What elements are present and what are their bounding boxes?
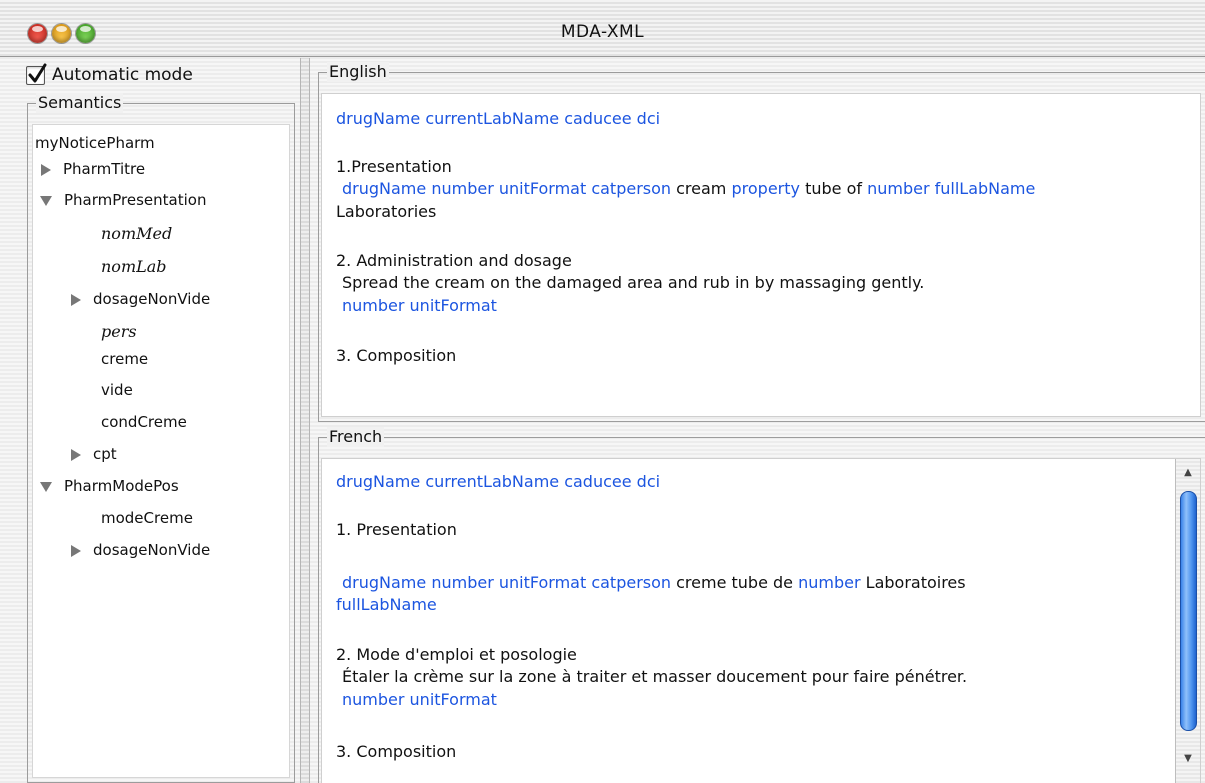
english-title: English <box>327 62 389 82</box>
tree-node-creme[interactable]: creme <box>101 348 148 370</box>
tree-node-label: PharmModePos <box>64 477 179 495</box>
tree-node-pers[interactable]: pers <box>101 321 137 343</box>
tree-node-pharmmodepos[interactable]: PharmModePos <box>40 475 179 497</box>
disclosure-right-icon[interactable] <box>71 448 81 461</box>
automatic-mode-toggle[interactable]: Automatic mode <box>26 62 193 88</box>
keyword-span: number unitFormat <box>342 296 497 315</box>
scroll-up-arrow-icon[interactable]: ▲ <box>1176 463 1200 483</box>
tree-node-dosagenonvide[interactable]: dosageNonVide <box>71 288 210 310</box>
semantics-title: Semantics <box>36 93 124 113</box>
keyword-span: number fullLabName <box>867 179 1036 198</box>
keyword-span: number unitFormat <box>342 690 497 709</box>
tree-node-label: myNoticePharm <box>35 134 155 152</box>
tree-node-label: PharmTitre <box>63 160 146 178</box>
keyword-span: drugName currentLabName caducee dci <box>336 109 661 128</box>
text-span: Laboratoires <box>860 573 966 592</box>
tree-node-label: creme <box>101 350 149 368</box>
tree-node-cpt[interactable]: cpt <box>71 443 117 465</box>
tree-node-mynoticepharm[interactable]: myNoticePharm <box>35 132 155 154</box>
keyword-span: drugName number unitFormat catperson <box>342 573 672 592</box>
tree-node-nomlab[interactable]: nomLab <box>101 256 167 278</box>
english-presentation-line: drugName number unitFormat catperson cre… <box>342 178 1035 200</box>
tree-node-label: dosageNonVide <box>93 541 211 559</box>
english-text-area[interactable]: drugName currentLabName caducee dci 1.Pr… <box>321 93 1201 417</box>
tree-node-label: cpt <box>93 445 117 463</box>
french-text-area[interactable]: drugName currentLabName caducee dci 1. P… <box>321 458 1201 783</box>
tree-node-dosagenonvide-2[interactable]: dosageNonVide <box>71 539 210 561</box>
keyword-span: drugName number unitFormat catperson <box>342 179 672 198</box>
tree-node-modecreme[interactable]: modeCreme <box>101 507 193 529</box>
semantics-group: Semantics myNoticePharm PharmTitre Pharm… <box>27 93 295 783</box>
tree-node-label: modeCreme <box>101 509 193 527</box>
english-instructions-line: Spread the cream on the damaged area and… <box>342 272 924 294</box>
tree-node-label: condCreme <box>101 413 187 431</box>
scroll-thumb[interactable] <box>1180 491 1197 731</box>
vertical-splitter[interactable] <box>300 58 310 783</box>
french-section-3: 3. Composition <box>336 741 456 763</box>
english-laboratories-line: Laboratories <box>336 201 436 223</box>
text-span: cream <box>671 179 732 198</box>
french-instructions-line: Étaler la crème sur la zone à traiter et… <box>342 666 967 688</box>
text-span: tube of <box>799 179 868 198</box>
english-header-line: drugName currentLabName caducee dci <box>336 108 660 130</box>
tree-node-nommed[interactable]: nomMed <box>101 223 172 245</box>
text-span: 1.Presentation <box>336 157 452 176</box>
english-section-3: 3. Composition <box>336 345 456 367</box>
text-span: 3. Composition <box>336 346 457 365</box>
app-window: MDA-XML Automatic mode Semantics myNotic… <box>0 0 1205 783</box>
keyword-span: number <box>798 573 861 592</box>
keyword-span: property <box>731 179 800 198</box>
tree-node-vide[interactable]: vide <box>101 379 133 401</box>
tree-node-pharmtitre[interactable]: PharmTitre <box>41 158 145 180</box>
text-span: 2. Administration and dosage <box>336 251 572 270</box>
french-section-2: 2. Mode d'emploi et posologie <box>336 644 577 666</box>
window-title: MDA-XML <box>560 22 645 42</box>
scroll-down-arrow-icon[interactable]: ▼ <box>1176 749 1200 769</box>
automatic-mode-checkbox[interactable] <box>26 63 47 85</box>
tree-node-pharmpresentation[interactable]: PharmPresentation <box>40 189 207 211</box>
text-span: Spread the cream on the damaged area and… <box>342 273 925 292</box>
french-section-1: 1. Presentation <box>336 519 457 541</box>
semantics-tree: myNoticePharm PharmTitre PharmPresentati… <box>32 124 290 778</box>
text-span: creme tube de <box>671 573 799 592</box>
keyword-span: fullLabName <box>336 595 437 614</box>
french-fulllabname-line: fullLabName <box>336 594 437 616</box>
tree-node-label: PharmPresentation <box>64 191 207 209</box>
text-span: 3. Composition <box>336 742 457 761</box>
tree-node-label: nomLab <box>101 257 167 276</box>
text-span: Étaler la crème sur la zone à traiter et… <box>342 667 968 686</box>
disclosure-right-icon[interactable] <box>71 293 81 306</box>
disclosure-down-icon[interactable] <box>40 481 52 492</box>
french-dosage-line: number unitFormat <box>342 689 497 711</box>
title-bar: MDA-XML <box>0 0 1205 57</box>
text-span: 1. Presentation <box>336 520 457 539</box>
text-span: 2. Mode d'emploi et posologie <box>336 645 577 664</box>
disclosure-right-icon[interactable] <box>41 163 51 176</box>
disclosure-right-icon[interactable] <box>71 544 81 557</box>
english-section-2: 2. Administration and dosage <box>336 250 572 272</box>
english-dosage-line: number unitFormat <box>342 295 497 317</box>
keyword-span: drugName currentLabName caducee dci <box>336 472 661 491</box>
french-header-line: drugName currentLabName caducee dci <box>336 471 660 493</box>
french-scrollbar[interactable]: ▲ ▼ <box>1175 459 1200 783</box>
disclosure-down-icon[interactable] <box>40 195 52 206</box>
checkmark-icon <box>28 63 47 82</box>
tree-node-label: vide <box>101 381 133 399</box>
french-presentation-line: drugName number unitFormat catperson cre… <box>342 572 966 594</box>
text-span: Laboratories <box>336 202 437 221</box>
english-group: English drugName currentLabName caducee … <box>318 62 1205 422</box>
tree-node-label: nomMed <box>101 224 173 243</box>
tree-node-label: pers <box>101 322 137 341</box>
automatic-mode-label: Automatic mode <box>52 65 193 85</box>
tree-node-condcreme[interactable]: condCreme <box>101 411 187 433</box>
french-title: French <box>327 427 385 447</box>
tree-node-label: dosageNonVide <box>93 290 211 308</box>
english-section-1: 1.Presentation <box>336 156 452 178</box>
french-group: French drugName currentLabName caducee d… <box>318 427 1205 783</box>
